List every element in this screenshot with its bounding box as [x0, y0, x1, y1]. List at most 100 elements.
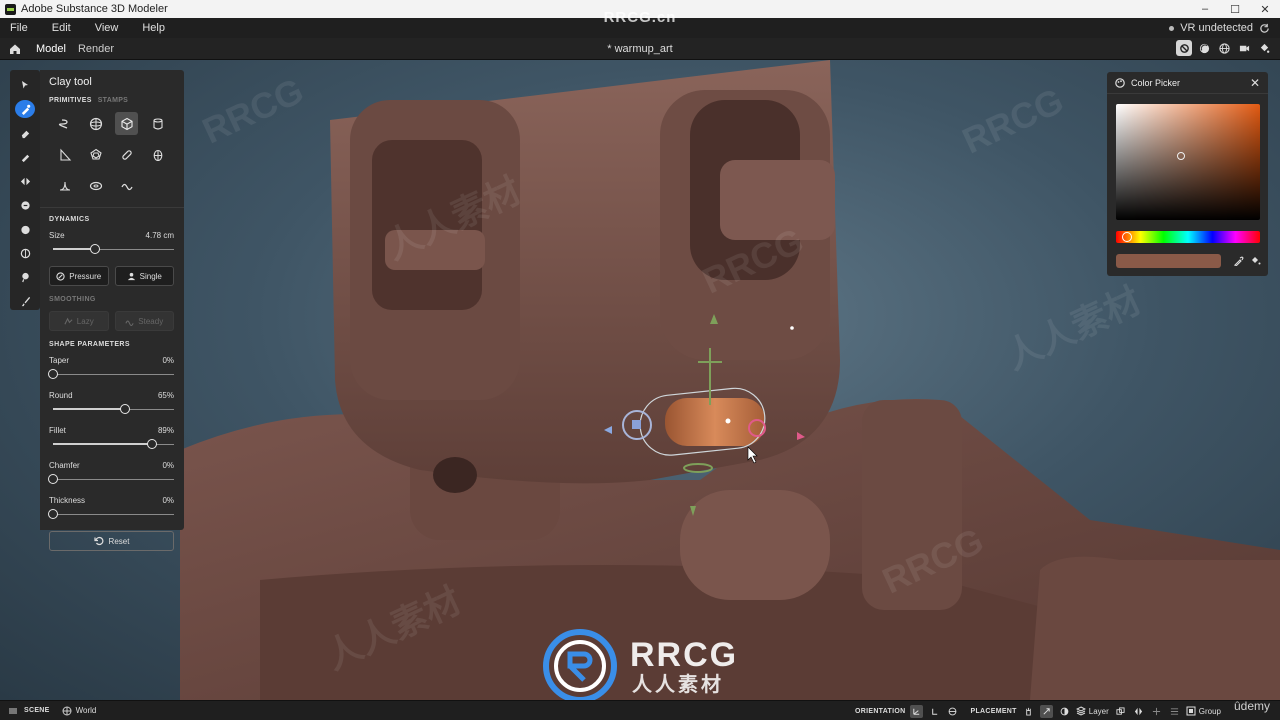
hue-slider[interactable]: [1116, 231, 1260, 243]
erase-tool[interactable]: [15, 124, 35, 142]
world-selector[interactable]: World: [62, 706, 96, 716]
orientation-view-button[interactable]: [946, 705, 959, 718]
primitive-wave[interactable]: [115, 174, 138, 197]
transform-button[interactable]: [1150, 705, 1163, 718]
clay-stroke-preview: [665, 398, 765, 446]
fillet-row: Fillet 89%: [49, 426, 174, 435]
primitive-cylinder[interactable]: [146, 112, 169, 135]
fillet-label: Fillet: [49, 426, 66, 435]
axes-icon: [913, 708, 920, 715]
watermark-top: RRCG.cn: [603, 9, 677, 26]
placement-snap-button[interactable]: [1039, 704, 1053, 718]
group-selector[interactable]: Group: [1186, 706, 1221, 716]
duplicate-button[interactable]: [1114, 705, 1127, 718]
tab-render[interactable]: Render: [72, 38, 120, 60]
mirror-button[interactable]: [1132, 705, 1145, 718]
size-slider[interactable]: [49, 242, 174, 256]
primitive-spring[interactable]: [53, 112, 76, 135]
primitive-cube[interactable]: [115, 112, 138, 135]
smooth-tool[interactable]: [15, 148, 35, 166]
sv-handle[interactable]: [1177, 152, 1185, 160]
primitive-cone[interactable]: [53, 143, 76, 166]
move-sphere-icon: [20, 200, 30, 210]
select-arrow-icon: [22, 81, 28, 89]
crease-tool[interactable]: [15, 244, 35, 262]
spring-icon: [58, 118, 68, 129]
eyedropper-button[interactable]: [1232, 254, 1246, 268]
tab-stamps[interactable]: STAMPS: [98, 97, 128, 104]
pressure-icon: [56, 271, 65, 281]
gizmo-axes-icon: [932, 708, 938, 715]
primitive-egg[interactable]: [146, 143, 169, 166]
saturation-value-field[interactable]: [1116, 104, 1260, 220]
clay-tool[interactable]: [15, 100, 35, 118]
reset-label: Reset: [108, 536, 130, 546]
fillet-value: 89%: [157, 426, 174, 435]
steady-button[interactable]: Steady: [114, 311, 174, 331]
placement-surface-button[interactable]: [1058, 705, 1071, 718]
inflate-tool[interactable]: [15, 220, 35, 238]
slider-knob[interactable]: [120, 404, 130, 414]
align-button[interactable]: [1168, 705, 1181, 718]
slider-knob[interactable]: [48, 369, 58, 379]
taper-slider[interactable]: [48, 367, 174, 381]
scene-label[interactable]: SCENE: [24, 707, 50, 714]
round-label: Round: [49, 391, 73, 400]
close-icon[interactable]: ✕: [1250, 76, 1260, 90]
duplicate-icon: [1116, 706, 1125, 715]
camera-button[interactable]: [1236, 40, 1252, 56]
mirror-tool[interactable]: [15, 172, 35, 190]
slider-knob[interactable]: [48, 509, 58, 519]
vr-status-dot-icon: [1169, 25, 1175, 31]
thickness-slider[interactable]: [48, 507, 174, 521]
slider-knob[interactable]: [48, 474, 58, 484]
environment-button[interactable]: [1216, 40, 1232, 56]
document-title: * warmup_art: [607, 42, 673, 55]
viewport-scene[interactable]: [0, 60, 1280, 700]
gizmo-left-square[interactable]: [632, 420, 641, 429]
slider-knob[interactable]: [90, 244, 100, 254]
primitive-capsule[interactable]: [115, 143, 138, 166]
smoothing-buttons: Lazy Steady: [49, 311, 174, 331]
single-label: Single: [139, 271, 162, 281]
current-color-swatch[interactable]: [1116, 254, 1221, 268]
clay-mode-button[interactable]: [1176, 40, 1192, 56]
select-tool[interactable]: [15, 76, 35, 94]
primitive-torus[interactable]: [84, 174, 107, 197]
tab-primitives[interactable]: PRIMITIVES: [49, 97, 92, 104]
chamfer-slider[interactable]: [48, 472, 174, 486]
placement-hand-button[interactable]: [1022, 705, 1035, 718]
3d-viewport[interactable]: [0, 60, 1280, 700]
slider-track: [53, 374, 174, 375]
fill-color-button[interactable]: [1249, 254, 1263, 268]
layer-selector[interactable]: Layer: [1075, 706, 1109, 716]
snap-icon: [1043, 707, 1050, 715]
home-button[interactable]: [0, 43, 30, 55]
lazy-button[interactable]: Lazy: [49, 311, 109, 331]
eyedropper-icon: [1234, 256, 1244, 266]
move-tool[interactable]: [15, 196, 35, 214]
pressure-label: Pressure: [69, 271, 102, 281]
cube-icon: [120, 117, 133, 130]
single-button[interactable]: Single: [114, 266, 174, 286]
fillet-slider[interactable]: [49, 437, 174, 451]
slider-knob[interactable]: [147, 439, 157, 449]
paint-tool[interactable]: [15, 292, 35, 310]
group-icon: [1186, 706, 1196, 716]
chamfer-row: Chamfer 0%: [49, 461, 174, 470]
reset-button[interactable]: Reset: [49, 531, 174, 551]
primitive-sphere[interactable]: [84, 112, 107, 135]
hue-handle[interactable]: [1122, 232, 1132, 242]
primitive-dodecahedron[interactable]: [84, 143, 107, 166]
round-slider[interactable]: [49, 402, 174, 416]
paint-bucket-button[interactable]: [1256, 40, 1272, 56]
orientation-local-button[interactable]: [910, 704, 924, 718]
primitive-mound[interactable]: [53, 174, 76, 197]
orientation-world-button[interactable]: [928, 705, 941, 718]
material-button[interactable]: [1196, 40, 1212, 56]
pressure-button[interactable]: Pressure: [49, 266, 109, 286]
tab-model[interactable]: Model: [30, 38, 72, 60]
pinch-tool[interactable]: [15, 268, 35, 286]
status-right-group: ORIENTATION PLACEMENT Layer Group: [849, 701, 1274, 720]
steady-icon: [125, 320, 134, 326]
